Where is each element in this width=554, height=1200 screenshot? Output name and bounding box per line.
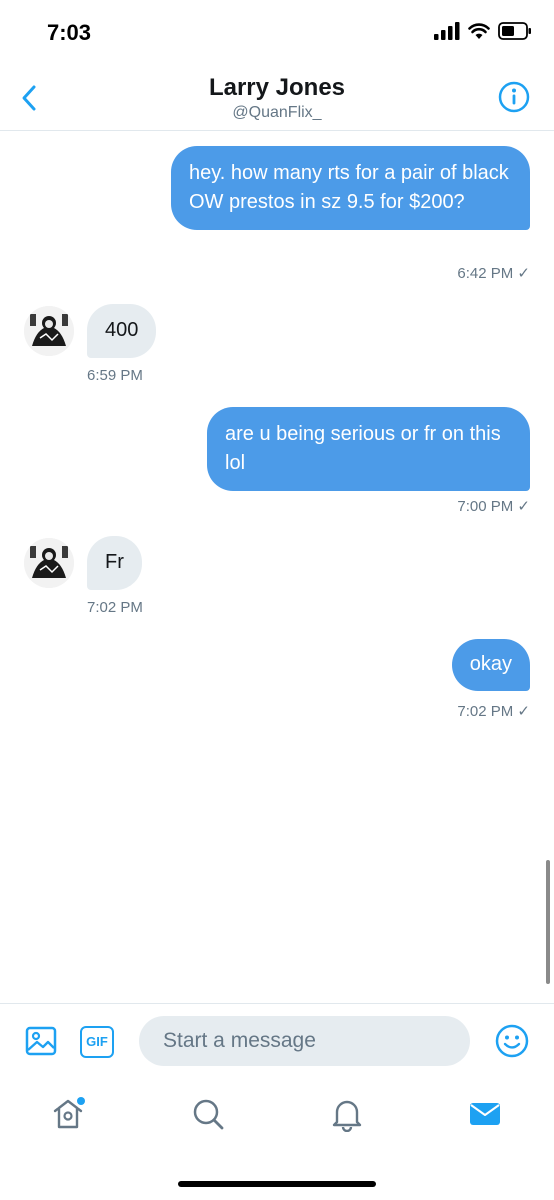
notifications-bell-icon[interactable]: [329, 1096, 365, 1132]
message-timestamp: 6:59 PM: [87, 367, 143, 384]
home-indicator[interactable]: [178, 1181, 376, 1187]
wifi-icon: [468, 23, 490, 39]
emoji-icon[interactable]: [495, 1024, 529, 1058]
contact-avatar[interactable]: [24, 538, 74, 588]
status-icons: [434, 22, 532, 40]
received-message-bubble[interactable]: 400: [87, 304, 157, 358]
gif-button[interactable]: GIF: [80, 1026, 114, 1058]
message-timestamp: 6:42 PM ✓: [457, 265, 530, 282]
contact-handle: @QuanFlix_: [232, 104, 322, 121]
message-timestamp: 7:02 PM: [87, 599, 143, 616]
battery-icon: [498, 22, 531, 40]
message-timestamp: 7:00 PM ✓: [457, 498, 530, 515]
contact-avatar[interactable]: [24, 306, 74, 356]
message-input[interactable]: [139, 1016, 470, 1066]
message-composer: GIF: [0, 1003, 554, 1079]
conversation-header: Larry Jones @QuanFlix_: [0, 64, 554, 131]
bottom-tab-bar: [0, 1078, 554, 1158]
contact-name: Larry Jones: [208, 74, 346, 101]
avatar-image: [24, 538, 74, 588]
avatar-image: [24, 306, 74, 356]
signal-icon: [434, 22, 460, 40]
image-icon[interactable]: [25, 1025, 57, 1057]
dm-conversation-screen: 7:03 Larry Jones @QuanFlix_ hey. how man…: [0, 0, 554, 1200]
sent-message-bubble[interactable]: okay: [451, 639, 530, 691]
sent-message-bubble[interactable]: hey. how many rts for a pair of black OW…: [171, 146, 530, 230]
status-bar: 7:03: [0, 0, 554, 64]
search-icon[interactable]: [190, 1096, 226, 1132]
messages-envelope-icon[interactable]: [467, 1096, 503, 1132]
home-icon[interactable]: [50, 1096, 86, 1132]
info-icon[interactable]: [498, 81, 530, 113]
sent-message-bubble[interactable]: are u being serious or fr on this lol: [207, 407, 530, 491]
message-timestamp: 7:02 PM ✓: [457, 703, 530, 720]
status-time: 7:03: [47, 20, 92, 45]
received-message-bubble[interactable]: Fr: [87, 536, 142, 590]
scroll-indicator[interactable]: [546, 860, 550, 984]
